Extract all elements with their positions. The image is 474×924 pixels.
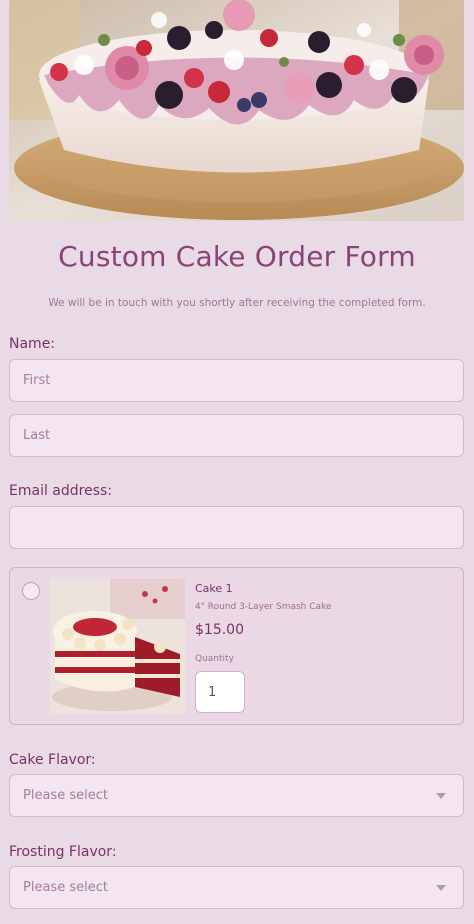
product-cake-image bbox=[50, 579, 185, 714]
cake-flavor-selected-value: Please select bbox=[23, 788, 108, 803]
cake-flavor-label: Cake Flavor: bbox=[9, 752, 96, 768]
product-price: $15.00 bbox=[195, 622, 244, 638]
quantity-label: Quantity bbox=[195, 654, 234, 664]
frosting-flavor-select[interactable]: Please select bbox=[9, 866, 464, 909]
quantity-input[interactable] bbox=[195, 671, 245, 713]
cake-flavor-select[interactable]: Please select bbox=[9, 774, 464, 817]
chevron-down-icon bbox=[436, 884, 446, 891]
email-input[interactable] bbox=[9, 506, 464, 549]
radio-icon[interactable] bbox=[22, 582, 40, 600]
first-name-input[interactable] bbox=[9, 359, 464, 402]
last-name-input[interactable] bbox=[9, 414, 464, 457]
product-card: Cake 1 4" Round 3-Layer Smash Cake $15.0… bbox=[9, 567, 464, 725]
email-label: Email address: bbox=[9, 483, 113, 499]
name-label: Name: bbox=[9, 336, 56, 352]
page-subtitle: We will be in touch with you shortly aft… bbox=[48, 297, 426, 309]
hero-cake-image bbox=[9, 0, 464, 221]
product-description: 4" Round 3-Layer Smash Cake bbox=[195, 602, 332, 612]
frosting-flavor-selected-value: Please select bbox=[23, 880, 108, 895]
chevron-down-icon bbox=[436, 792, 446, 799]
page-title: Custom Cake Order Form bbox=[58, 240, 416, 273]
frosting-flavor-label: Frosting Flavor: bbox=[9, 844, 117, 860]
product-name: Cake 1 bbox=[195, 582, 233, 595]
